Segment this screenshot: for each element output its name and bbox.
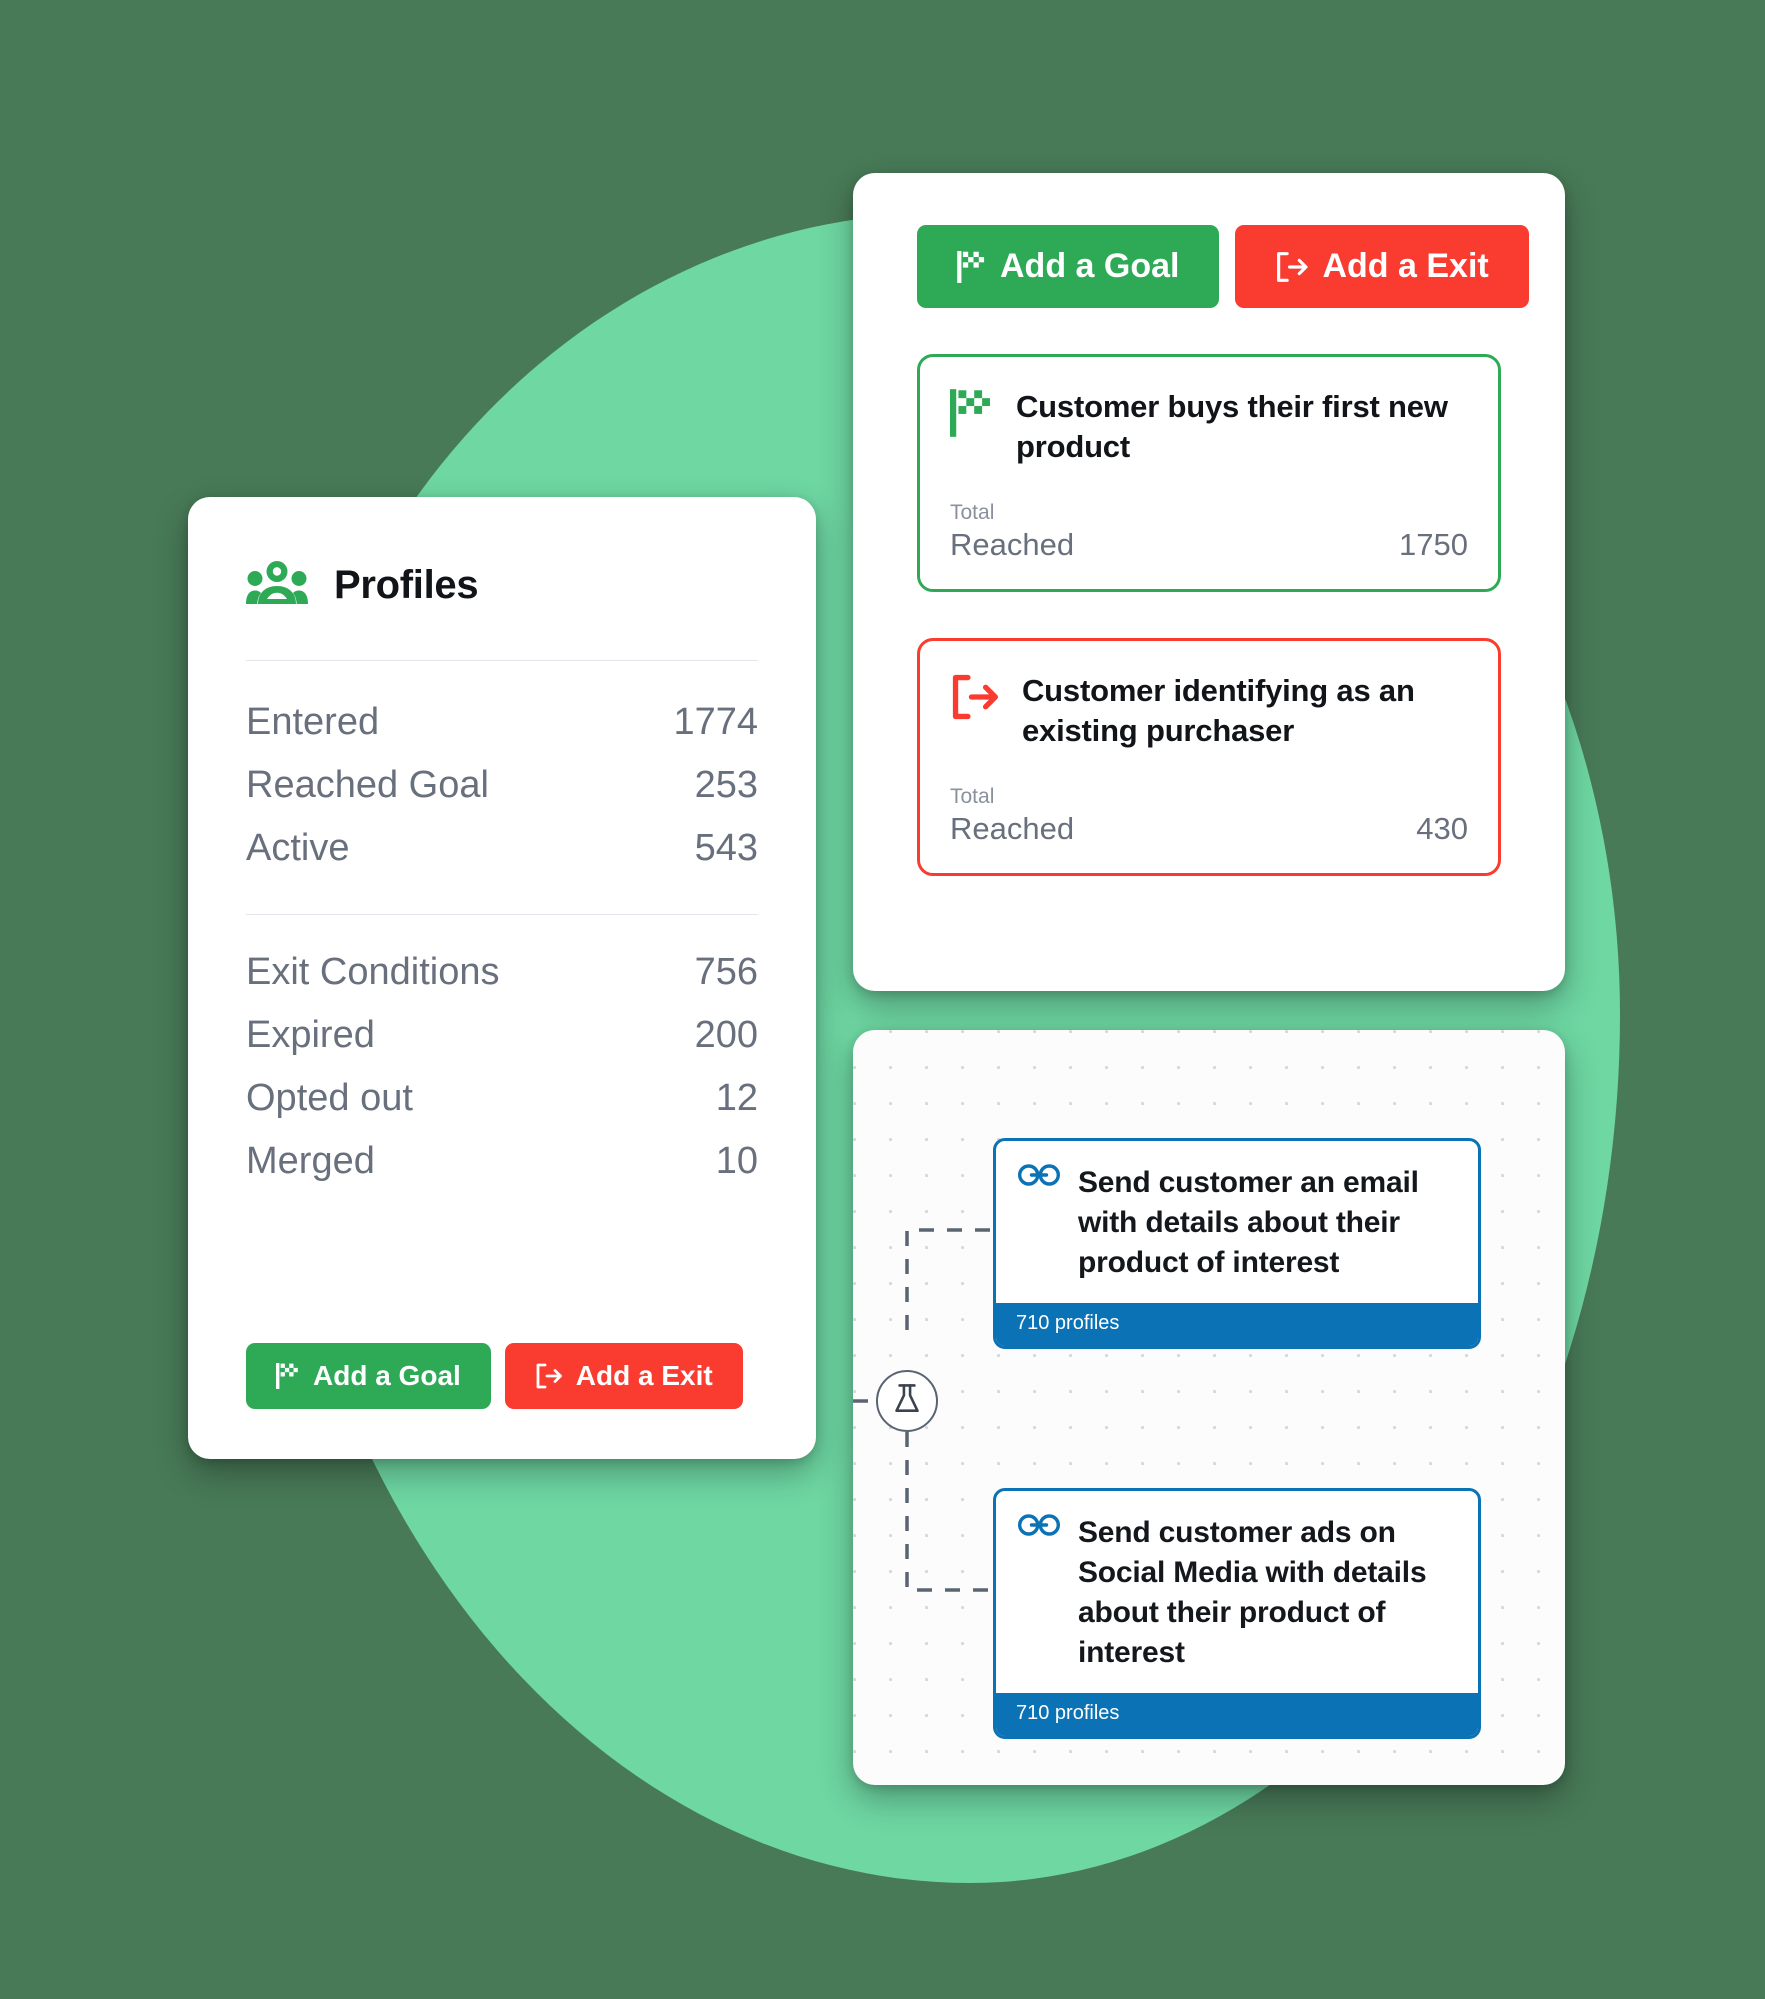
goal-item-card[interactable]: Customer buys their first new product To…: [917, 354, 1501, 593]
flow-node-profile-count: 710 profiles: [996, 1692, 1478, 1736]
goal-item-header: Customer buys their first new product: [950, 387, 1468, 468]
exit-item-metric: Total Reached 430: [950, 784, 1468, 847]
split-node[interactable]: [876, 1370, 938, 1432]
goal-item-metric: Total Reached 1750: [950, 500, 1468, 563]
add-goal-label: Add a Goal: [313, 1360, 461, 1391]
stat-value: 756: [694, 951, 758, 994]
metric-label-total: Total: [950, 784, 995, 808]
stat-value: 10: [715, 1140, 758, 1183]
table-row: Expired 200: [246, 1004, 758, 1067]
flow-node-social-ads[interactable]: Send customer ads on Social Media with d…: [993, 1488, 1481, 1739]
profiles-actions: Add a Goal Add a Exit: [246, 1313, 758, 1409]
stat-row: Active 543: [246, 817, 758, 880]
table-row: Merged 10: [246, 1130, 758, 1193]
metric-label-total: Total: [950, 500, 995, 524]
metric-value: 1750: [1399, 527, 1468, 563]
flow-node-email[interactable]: Send customer an email with details abou…: [993, 1138, 1481, 1349]
stat-value: 543: [694, 827, 758, 870]
metric-value: 430: [1416, 811, 1468, 847]
stat-label: Expired: [246, 1014, 375, 1057]
exit-item-card[interactable]: Customer identifying as an existing purc…: [917, 638, 1501, 877]
people-group-icon: [246, 560, 308, 610]
add-exit-button[interactable]: Add a Exit: [1235, 225, 1529, 308]
flow-node-profile-count: 710 profiles: [996, 1302, 1478, 1346]
checkered-flag-icon: [950, 387, 994, 442]
table-row: Exit Conditions 756: [246, 941, 758, 1004]
checkered-flag-icon: [276, 1363, 300, 1389]
stat-label: Merged: [246, 1140, 375, 1183]
exit-arrow-icon: [535, 1363, 563, 1389]
goal-item-title: Customer buys their first new product: [1016, 389, 1448, 465]
table-row: Opted out 12: [246, 1067, 758, 1130]
add-goal-button[interactable]: Add a Goal: [246, 1343, 491, 1409]
metric-label-reached: Reached: [950, 810, 1075, 846]
stat-label: Active: [246, 827, 350, 870]
link-icon: [1018, 1163, 1060, 1192]
stat-value: 253: [694, 764, 758, 807]
add-goal-button[interactable]: Add a Goal: [917, 225, 1220, 308]
exit-metric-label: Total Reached: [950, 784, 1074, 847]
stat-label: Reached Goal: [246, 764, 489, 807]
exit-arrow-icon: [950, 671, 1000, 725]
exit-item-header: Customer identifying as an existing purc…: [950, 671, 1468, 752]
stat-value: 1774: [673, 701, 758, 743]
stat-row: Reached Goal 253: [246, 754, 758, 817]
stat-label: Exit Conditions: [246, 951, 500, 994]
goals-actions: Add a Goal Add a Exit: [917, 225, 1529, 308]
profiles-header: Profiles: [246, 543, 758, 627]
add-exit-label: Add a Exit: [575, 1360, 713, 1391]
goal-metric-label: Total Reached: [950, 500, 1074, 563]
stat-label: Opted out: [246, 1077, 413, 1120]
flow-node-body: Send customer ads on Social Media with d…: [996, 1491, 1478, 1693]
goals-and-exits-card: Add a Goal Add a Exit Customer buys thei…: [853, 173, 1565, 991]
stats-primary-group: Entered 1774 Reached Goal 253 Active 543: [246, 661, 758, 880]
link-icon: [1018, 1513, 1060, 1542]
add-goal-label: Add a Goal: [1000, 247, 1180, 285]
flow-node-text: Send customer ads on Social Media with d…: [1078, 1516, 1427, 1669]
stats-secondary-group: Exit Conditions 756 Expired 200 Opted ou…: [246, 915, 758, 1193]
stat-row: Entered 1774: [246, 691, 758, 754]
flow-node-body: Send customer an email with details abou…: [996, 1141, 1478, 1303]
flask-split-icon: [892, 1383, 922, 1420]
exit-item-title: Customer identifying as an existing purc…: [1022, 673, 1415, 749]
stat-label: Entered: [246, 701, 380, 743]
exit-arrow-icon: [1275, 251, 1309, 283]
stat-value: 12: [715, 1077, 758, 1120]
add-exit-label: Add a Exit: [1322, 247, 1489, 285]
metric-label-reached: Reached: [950, 526, 1075, 562]
profiles-card: Profiles Entered 1774 Reached Goal 253 A…: [188, 497, 816, 1459]
page-title: Profiles: [334, 562, 479, 607]
screenshot-stage: Profiles Entered 1774 Reached Goal 253 A…: [0, 0, 1765, 1999]
flow-node-text: Send customer an email with details abou…: [1078, 1166, 1419, 1279]
stat-value: 200: [694, 1014, 758, 1057]
checkered-flag-icon: [957, 250, 987, 283]
add-exit-button[interactable]: Add a Exit: [504, 1343, 743, 1409]
journey-flow-canvas[interactable]: Send customer an email with details abou…: [853, 1030, 1565, 1785]
